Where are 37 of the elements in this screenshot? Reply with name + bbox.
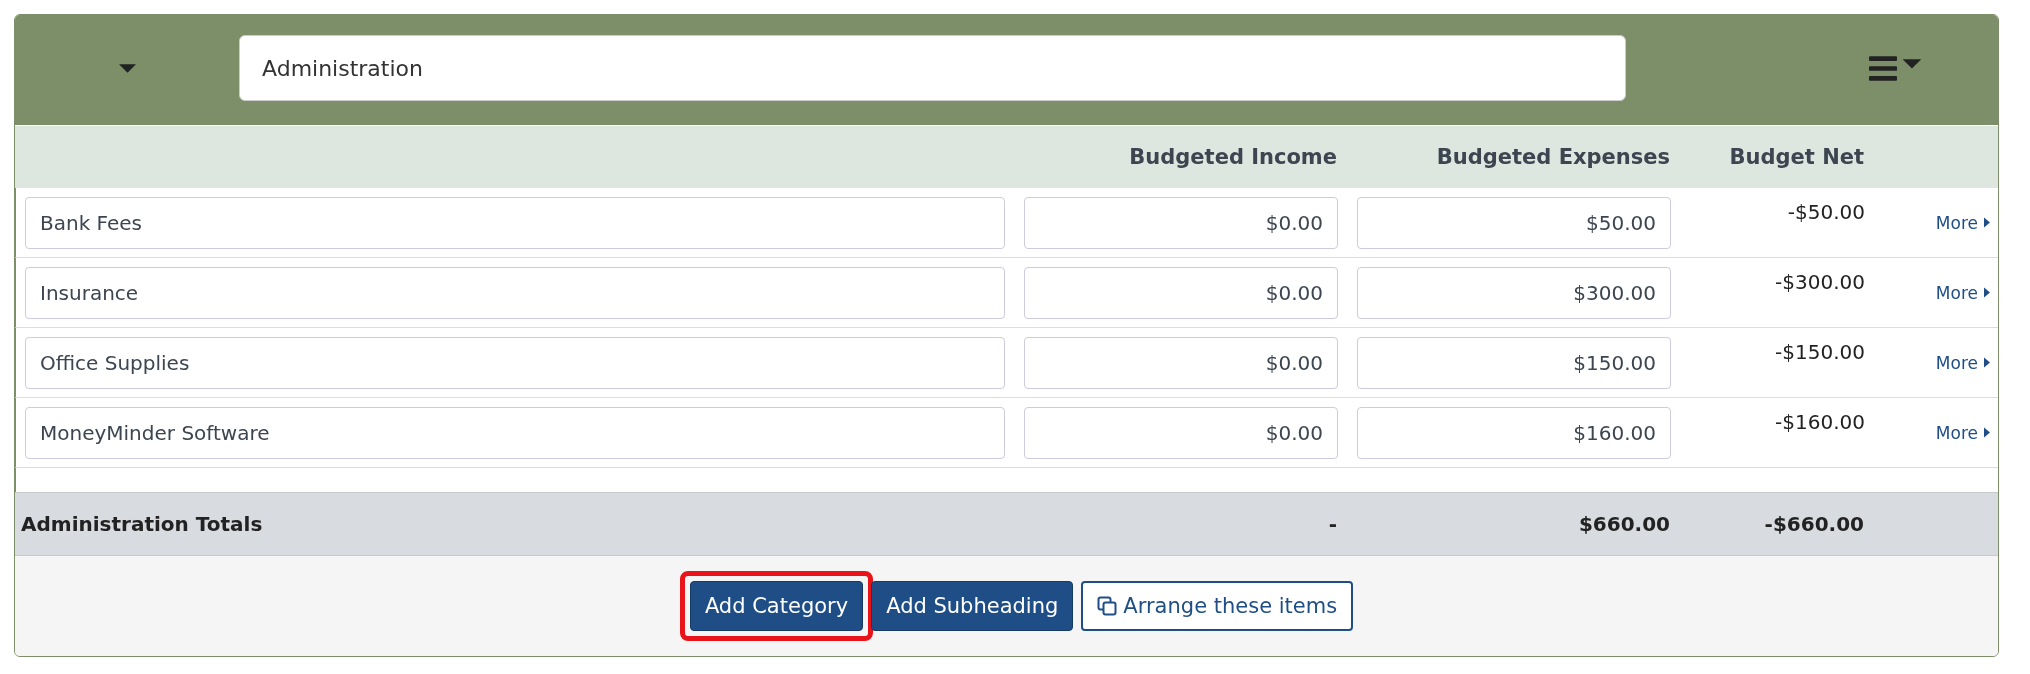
add-button[interactable]: Add Subheading — [871, 581, 1074, 631]
net-amount: -$50.00 — [1786, 199, 1865, 224]
net-amount: -$160.00 — [1774, 409, 1865, 434]
group-name-field[interactable]: Administration — [239, 35, 1626, 101]
more-link[interactable]: More — [1935, 352, 1990, 373]
category-name-field[interactable]: Insurance — [25, 266, 1005, 319]
totals-expenses: $660.00 — [1577, 512, 1670, 536]
caret-right-icon — [1984, 287, 1990, 298]
caret-right-icon — [1984, 427, 1990, 438]
arrange-button[interactable]: Arrange these items — [1081, 581, 1354, 631]
expenses-field[interactable]: $150.00 — [1357, 336, 1671, 389]
column-header: Budgeted Expenses — [1435, 145, 1670, 169]
expenses-field[interactable]: $50.00 — [1357, 196, 1671, 249]
add-button[interactable]: Add Category — [689, 581, 864, 631]
more-link[interactable]: More — [1935, 422, 1990, 443]
expenses-field[interactable]: $160.00 — [1357, 406, 1671, 459]
caret-down-icon[interactable] — [118, 63, 136, 73]
income-field[interactable]: $0.00 — [1024, 266, 1338, 319]
income-field[interactable]: $0.00 — [1024, 196, 1338, 249]
more-link[interactable]: More — [1935, 282, 1990, 303]
column-header: Budget Net — [1728, 145, 1864, 169]
column-header: Budgeted Income — [1128, 145, 1337, 169]
totals-net: -$660.00 — [1763, 512, 1864, 536]
income-field[interactable]: $0.00 — [1024, 406, 1338, 459]
totals-income: - — [1327, 512, 1337, 536]
copy-icon — [1097, 596, 1118, 616]
category-name-field[interactable]: MoneyMinder Software — [25, 406, 1005, 459]
income-field[interactable]: $0.00 — [1024, 336, 1338, 389]
caret-right-icon — [1984, 357, 1990, 368]
category-name-field[interactable]: Office Supplies — [25, 336, 1005, 389]
caret-right-icon — [1984, 217, 1990, 228]
net-amount: -$300.00 — [1774, 269, 1865, 294]
category-name-field[interactable]: Bank Fees — [25, 196, 1005, 249]
more-link[interactable]: More — [1935, 212, 1990, 233]
totals-label: Administration Totals — [21, 512, 264, 536]
expenses-field[interactable]: $300.00 — [1357, 266, 1671, 319]
net-amount: -$150.00 — [1774, 339, 1865, 364]
